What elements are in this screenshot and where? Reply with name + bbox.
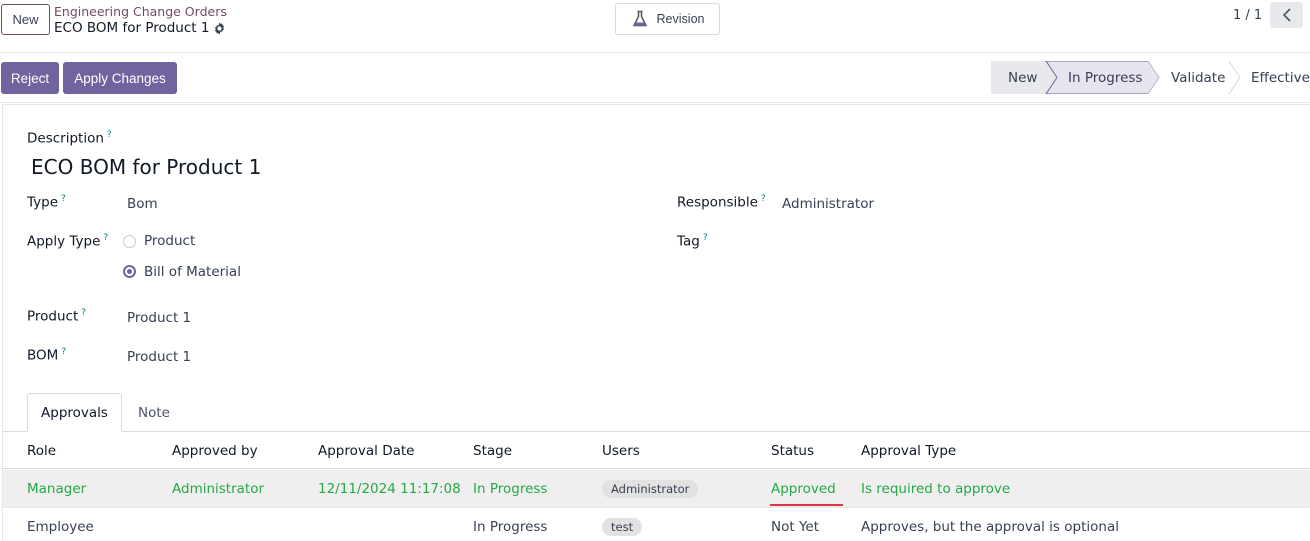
radio-product-label[interactable]: Product bbox=[144, 233, 195, 249]
bom-label: BOM? bbox=[27, 347, 66, 364]
cell-role: Employee bbox=[27, 519, 94, 535]
tab-note[interactable]: Note bbox=[124, 393, 184, 432]
description-field[interactable]: ECO BOM for Product 1 bbox=[31, 155, 261, 179]
new-button[interactable]: New bbox=[1, 4, 50, 35]
radio-product[interactable] bbox=[123, 235, 136, 248]
form-sheet: Description? ECO BOM for Product 1 Type?… bbox=[2, 104, 1310, 541]
apply-type-label-text: Apply Type bbox=[27, 233, 101, 250]
cell-role: Manager bbox=[27, 481, 87, 497]
description-label: Description? bbox=[27, 130, 112, 147]
status-bar: Reject Apply Changes New In Progress Val… bbox=[0, 53, 1310, 103]
responsible-field[interactable]: Administrator bbox=[782, 196, 874, 212]
cell-approval-type: Is required to approve bbox=[861, 481, 1011, 497]
apply-changes-button[interactable]: Apply Changes bbox=[63, 62, 177, 94]
chevron-left-icon bbox=[1282, 8, 1291, 22]
radio-bill-of-material-label[interactable]: Bill of Material bbox=[144, 264, 241, 280]
table-row[interactable]: Manager Administrator 12/11/2024 11:17:0… bbox=[3, 470, 1310, 508]
stage-selector: New In Progress Validate Effective bbox=[991, 61, 1310, 94]
tag-label-text: Tag bbox=[677, 233, 700, 250]
bom-label-text: BOM bbox=[27, 347, 59, 364]
breadcrumb-link[interactable]: Engineering Change Orders bbox=[54, 4, 227, 19]
column-role[interactable]: Role bbox=[27, 443, 56, 459]
column-approved-by[interactable]: Approved by bbox=[172, 443, 258, 459]
product-label-text: Product bbox=[27, 308, 79, 325]
bom-field[interactable]: Product 1 bbox=[127, 349, 191, 365]
tag-label: Tag? bbox=[677, 233, 708, 250]
column-approval-type[interactable]: Approval Type bbox=[861, 443, 956, 459]
type-label-text: Type bbox=[27, 194, 59, 211]
cell-approval-type: Approves, but the approval is optional bbox=[861, 519, 1119, 535]
column-status[interactable]: Status bbox=[771, 443, 814, 459]
stage-effective[interactable]: Effective bbox=[1251, 61, 1310, 94]
user-tag: Administrator bbox=[602, 480, 699, 498]
pager-value[interactable]: 1 / 1 bbox=[1233, 8, 1262, 23]
type-label: Type? bbox=[27, 194, 66, 211]
control-panel: New Engineering Change Orders ECO BOM fo… bbox=[0, 0, 1310, 53]
product-label: Product? bbox=[27, 308, 86, 325]
record-title: ECO BOM for Product 1 bbox=[54, 20, 226, 36]
tab-approvals[interactable]: Approvals bbox=[27, 393, 122, 432]
help-icon[interactable]: ? bbox=[703, 233, 708, 243]
column-users[interactable]: Users bbox=[602, 443, 640, 459]
help-icon[interactable]: ? bbox=[761, 194, 766, 204]
status-underline bbox=[770, 504, 843, 506]
column-approval-date[interactable]: Approval Date bbox=[318, 443, 414, 459]
column-stage[interactable]: Stage bbox=[473, 443, 512, 459]
help-icon[interactable]: ? bbox=[61, 194, 66, 204]
cell-approval-date: 12/11/2024 11:17:08 bbox=[318, 481, 461, 497]
cell-stage: In Progress bbox=[473, 481, 548, 497]
cell-approved-by: Administrator bbox=[172, 481, 265, 497]
help-icon[interactable]: ? bbox=[61, 347, 66, 357]
table-row[interactable]: Employee In Progress test Not Yet Approv… bbox=[3, 508, 1310, 541]
product-field[interactable]: Product 1 bbox=[127, 310, 191, 326]
responsible-label: Responsible? bbox=[677, 194, 766, 211]
revision-button[interactable]: Revision bbox=[615, 3, 720, 35]
record-title-text: ECO BOM for Product 1 bbox=[54, 20, 210, 36]
flask-icon bbox=[632, 10, 647, 27]
cell-status[interactable]: Not Yet bbox=[771, 519, 819, 535]
user-tag: test bbox=[602, 518, 643, 536]
apply-type-label: Apply Type? bbox=[27, 233, 108, 250]
stage-in-progress[interactable]: In Progress bbox=[1068, 61, 1142, 94]
gear-icon[interactable] bbox=[213, 21, 226, 35]
help-icon[interactable]: ? bbox=[81, 308, 86, 318]
approvals-table-header: Role Approved by Approval Date Stage Use… bbox=[3, 432, 1310, 469]
cell-stage: In Progress bbox=[473, 519, 548, 535]
help-icon[interactable]: ? bbox=[107, 130, 112, 140]
description-label-text: Description bbox=[27, 130, 104, 147]
radio-bill-of-material[interactable] bbox=[123, 265, 136, 278]
stage-new[interactable]: New bbox=[1008, 61, 1037, 94]
responsible-label-text: Responsible bbox=[677, 194, 758, 211]
type-field[interactable]: Bom bbox=[127, 196, 158, 212]
stage-validate[interactable]: Validate bbox=[1171, 61, 1225, 94]
reject-button[interactable]: Reject bbox=[1, 62, 59, 94]
help-icon[interactable]: ? bbox=[103, 233, 108, 243]
pager-previous-button[interactable] bbox=[1270, 2, 1303, 28]
revision-label: Revision bbox=[656, 12, 705, 26]
cell-status[interactable]: Approved bbox=[771, 481, 836, 497]
